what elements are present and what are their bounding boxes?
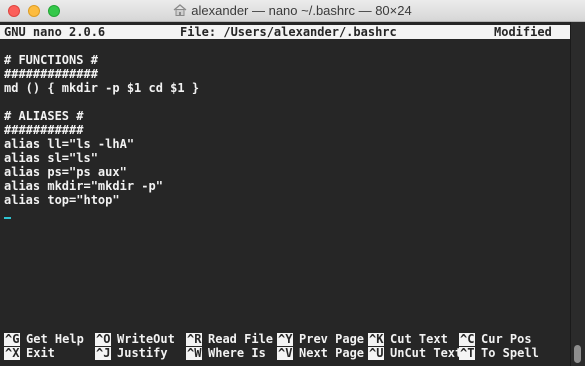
shortcut-label-exit: Exit: [26, 346, 55, 360]
scrollbar-thumb[interactable]: [574, 345, 581, 363]
title-bar[interactable]: alexander — nano ~/.bashrc — 80×24: [0, 0, 585, 22]
window-title-text: alexander — nano ~/.bashrc — 80×24: [191, 3, 412, 18]
shortcut-label-cut-text: Cut Text: [390, 332, 448, 346]
nano-status-bar: GNU nano 2.0.6 File: /Users/alexander/.b…: [0, 25, 570, 39]
shortcut-label-prev-page: Prev Page: [299, 332, 365, 346]
shortcut-label-get-help: Get Help: [26, 332, 84, 346]
shortcut-key-get-help[interactable]: ^G: [4, 333, 21, 346]
terminal-window: alexander — nano ~/.bashrc — 80×24 GNU n…: [0, 0, 585, 366]
shortcut-key-read-file[interactable]: ^R: [186, 333, 203, 346]
buffer-line: ###########: [4, 123, 84, 137]
shortcut-key-uncut-text[interactable]: ^U: [368, 347, 385, 360]
buffer-line: # FUNCTIONS #: [4, 53, 98, 67]
nano-file-path: File: /Users/alexander/.bashrc: [180, 25, 397, 39]
terminal-content[interactable]: GNU nano 2.0.6 File: /Users/alexander/.b…: [0, 22, 570, 366]
shortcut-label-uncut-text: UnCut Text: [390, 346, 463, 360]
shortcut-label-writeout: WriteOut: [117, 332, 175, 346]
shortcut-key-justify[interactable]: ^J: [95, 347, 112, 360]
shortcut-key-writeout[interactable]: ^O: [95, 333, 112, 346]
shortcut-key-prev-page[interactable]: ^Y: [277, 333, 294, 346]
shortcut-label-read-file: Read File: [208, 332, 274, 346]
buffer-line: #############: [4, 67, 98, 81]
shortcut-key-exit[interactable]: ^X: [4, 347, 21, 360]
vertical-scrollbar[interactable]: [570, 22, 585, 366]
text-cursor: [4, 217, 11, 219]
shortcut-label-justify: Justify: [117, 346, 168, 360]
home-folder-icon: [173, 4, 187, 16]
buffer-line: alias mkdir="mkdir -p": [4, 179, 163, 193]
shortcut-label-where-is: Where Is: [208, 346, 266, 360]
shortcut-key-cur-pos[interactable]: ^C: [459, 333, 476, 346]
shortcut-key-cut-text[interactable]: ^K: [368, 333, 385, 346]
buffer-line: # ALIASES #: [4, 109, 84, 123]
shortcut-label-next-page: Next Page: [299, 346, 365, 360]
window-title: alexander — nano ~/.bashrc — 80×24: [0, 3, 585, 18]
buffer-line: alias ps="ps aux": [4, 165, 127, 179]
buffer-line: md () { mkdir -p $1 cd $1 }: [4, 81, 200, 95]
shortcut-key-where-is[interactable]: ^W: [186, 347, 203, 360]
buffer-line: alias top="htop": [4, 193, 120, 207]
buffer-line: alias ll="ls -lhA": [4, 137, 135, 151]
nano-version: GNU nano 2.0.6: [4, 25, 106, 39]
nano-modified-indicator: Modified: [494, 25, 552, 39]
shortcut-label-cur-pos: Cur Pos: [481, 332, 532, 346]
shortcut-key-next-page[interactable]: ^V: [277, 347, 294, 360]
shortcut-label-to-spell: To Spell: [481, 346, 539, 360]
shortcut-key-to-spell[interactable]: ^T: [459, 347, 476, 360]
buffer-line: alias sl="ls": [4, 151, 98, 165]
